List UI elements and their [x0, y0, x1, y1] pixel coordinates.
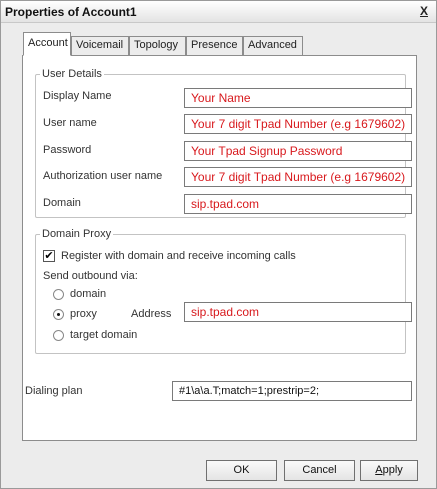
register-label: Register with domain and receive incomin… [61, 250, 296, 262]
dialing-plan-field[interactable]: #1\a\a.T;match=1;prestrip=2; [172, 381, 412, 401]
close-icon[interactable]: X [416, 4, 432, 19]
account-tab-panel: User Details Display Name Your Name User… [22, 55, 417, 441]
ok-button[interactable]: OK [206, 460, 277, 481]
properties-dialog: Properties of Account1 X Account Voicema… [0, 0, 437, 489]
password-label: Password [43, 144, 92, 156]
user-details-legend: User Details [42, 68, 102, 80]
display-name-field[interactable]: Your Name [184, 88, 412, 108]
tab-advanced[interactable]: Advanced [243, 36, 303, 55]
tab-account[interactable]: Account [23, 32, 71, 56]
tab-presence[interactable]: Presence [186, 36, 243, 55]
domain-proxy-legend: Domain Proxy [42, 228, 112, 240]
apply-button[interactable]: Apply [360, 460, 418, 481]
radio-target-domain[interactable] [53, 330, 64, 341]
tab-voicemail[interactable]: Voicemail [71, 36, 129, 55]
dialing-plan-label: Dialing plan [25, 385, 83, 397]
radio-domain-label: domain [70, 288, 107, 300]
radio-target-domain-label: target domain [70, 329, 138, 341]
radio-proxy-label: proxy [70, 308, 97, 320]
send-outbound-label: Send outbound via: [43, 270, 138, 282]
address-label: Address [131, 308, 172, 320]
domain-label: Domain [43, 197, 81, 209]
radio-proxy[interactable] [53, 309, 64, 320]
user-name-field[interactable]: Your 7 digit Tpad Number (e.g 1679602) [184, 114, 412, 134]
window-title: Properties of Account1 [5, 5, 137, 19]
register-checkbox[interactable]: ✔ [43, 250, 55, 262]
apply-label-rest: pply [382, 464, 403, 476]
user-name-label: User name [43, 117, 97, 129]
password-field[interactable]: Your Tpad Signup Password [184, 141, 412, 161]
tab-topology[interactable]: Topology [129, 36, 186, 55]
title-bar[interactable]: Properties of Account1 X [1, 1, 436, 23]
proxy-address-field[interactable]: sip.tpad.com [184, 302, 412, 322]
apply-accelerator: A [375, 464, 383, 476]
display-name-label: Display Name [43, 90, 112, 102]
cancel-button[interactable]: Cancel [284, 460, 355, 481]
radio-domain[interactable] [53, 289, 64, 300]
auth-user-name-field[interactable]: Your 7 digit Tpad Number (e.g 1679602) [184, 167, 412, 187]
auth-user-name-label: Authorization user name [43, 170, 163, 182]
domain-field[interactable]: sip.tpad.com [184, 194, 412, 214]
